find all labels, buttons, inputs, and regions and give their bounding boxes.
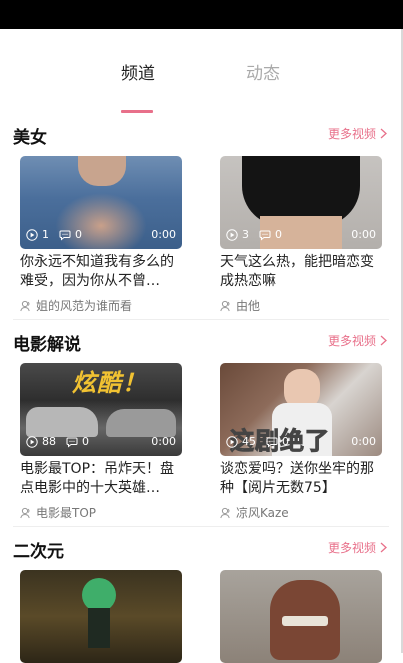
video-thumbnail[interactable] [220, 570, 382, 663]
more-label: 更多视频 [327, 334, 376, 348]
video-thumbnail[interactable]: 炫酷！ 88 0 0:00 [20, 363, 182, 456]
section-header-movies: 电影解说 更多视频 [13, 330, 387, 355]
video-duration: 0:00 [351, 435, 376, 448]
section-divider [13, 526, 389, 527]
author-name: 电影最TOP [36, 506, 97, 520]
video-stats: 88 0 [26, 435, 89, 448]
play-circle-icon [226, 435, 238, 448]
play-count: 45 [242, 435, 256, 448]
comment-count: 0 [282, 435, 289, 448]
video-title[interactable]: 天气这么热，能把暗恋变成热恋嘛 [220, 253, 382, 291]
tab-feed[interactable]: 动态 [223, 59, 303, 84]
more-label: 更多视频 [327, 127, 376, 141]
play-circle-icon [26, 228, 38, 241]
active-tab-indicator [121, 110, 153, 113]
user-icon [20, 507, 30, 518]
play-count: 1 [42, 228, 49, 241]
author-name: 凉风Kaze [236, 506, 289, 520]
comment-bubble-icon [66, 437, 78, 448]
video-stats: 45 0 [226, 435, 289, 448]
comment-bubble-icon [266, 437, 278, 448]
section-header-anime: 二次元 更多视频 [13, 537, 387, 562]
comment-count: 0 [275, 228, 282, 241]
video-title[interactable]: 谈恋爱吗？送你坐牢的那种【阅片无数75】 [220, 460, 382, 498]
tab-channel[interactable]: 频道 [98, 59, 178, 84]
video-title[interactable]: 电影最TOP：吊炸天！盘点电影中的十大英雄… [20, 460, 182, 498]
video-author[interactable]: 电影最TOP [20, 504, 182, 521]
video-duration: 0:00 [151, 435, 176, 448]
video-author[interactable]: 由他 [220, 297, 382, 314]
user-icon [20, 300, 30, 311]
chevron-right-icon [380, 542, 387, 553]
video-card[interactable]: 3 0 0:00 天气这么热，能把暗恋变成热恋嘛 由他 [220, 156, 382, 314]
chevron-right-icon [380, 128, 387, 139]
play-circle-icon [226, 228, 238, 241]
play-count: 3 [242, 228, 249, 241]
section-title: 美女 [13, 128, 47, 148]
section-divider [13, 319, 389, 320]
chevron-right-icon [380, 335, 387, 346]
more-videos-link[interactable]: 更多视频 [328, 125, 387, 142]
user-icon [220, 300, 230, 311]
tab-bar: 频道 动态 [0, 29, 400, 119]
play-count: 88 [42, 435, 56, 448]
status-bar [0, 0, 403, 29]
video-title[interactable]: 你永远不知道我有多么的难受，因为你从不曾… [20, 253, 182, 291]
video-card[interactable]: 这剧绝了 45 0 0:00 谈恋爱吗？送你坐牢的那种【阅片无数75】 凉风Ka… [220, 363, 382, 521]
video-thumbnail[interactable]: 这剧绝了 45 0 0:00 [220, 363, 382, 456]
video-thumbnail[interactable] [20, 570, 182, 663]
video-duration: 0:00 [351, 228, 376, 241]
more-label: 更多视频 [327, 541, 376, 555]
video-card[interactable] [220, 570, 382, 663]
video-author[interactable]: 姐的风范为谁而看 [20, 297, 182, 314]
video-card[interactable]: 1 0 0:00 你永远不知道我有多么的难受，因为你从不曾… 姐的风范为谁而看 [20, 156, 182, 314]
play-circle-icon [26, 435, 38, 448]
section-title: 电影解说 [13, 335, 81, 355]
author-name: 姐的风范为谁而看 [36, 299, 133, 313]
video-card[interactable] [20, 570, 182, 663]
video-card[interactable]: 炫酷！ 88 0 0:00 电影最TOP：吊炸天！盘点电影中的十大英雄… 电影最… [20, 363, 182, 521]
comment-count: 0 [82, 435, 89, 448]
video-stats: 3 0 [226, 228, 282, 241]
comment-count: 0 [75, 228, 82, 241]
user-icon [220, 507, 230, 518]
video-duration: 0:00 [151, 228, 176, 241]
more-videos-link[interactable]: 更多视频 [328, 539, 387, 556]
video-thumbnail[interactable]: 1 0 0:00 [20, 156, 182, 249]
video-author[interactable]: 凉风Kaze [220, 504, 382, 521]
comment-bubble-icon [259, 230, 271, 241]
more-videos-link[interactable]: 更多视频 [328, 332, 387, 349]
author-name: 由他 [236, 299, 261, 313]
section-title: 二次元 [13, 542, 64, 562]
thumbnail-overlay-text: 炫酷！ [72, 369, 147, 397]
video-stats: 1 0 [26, 228, 82, 241]
comment-bubble-icon [59, 230, 71, 241]
section-header-beauty: 美女 更多视频 [13, 123, 387, 148]
video-thumbnail[interactable]: 3 0 0:00 [220, 156, 382, 249]
